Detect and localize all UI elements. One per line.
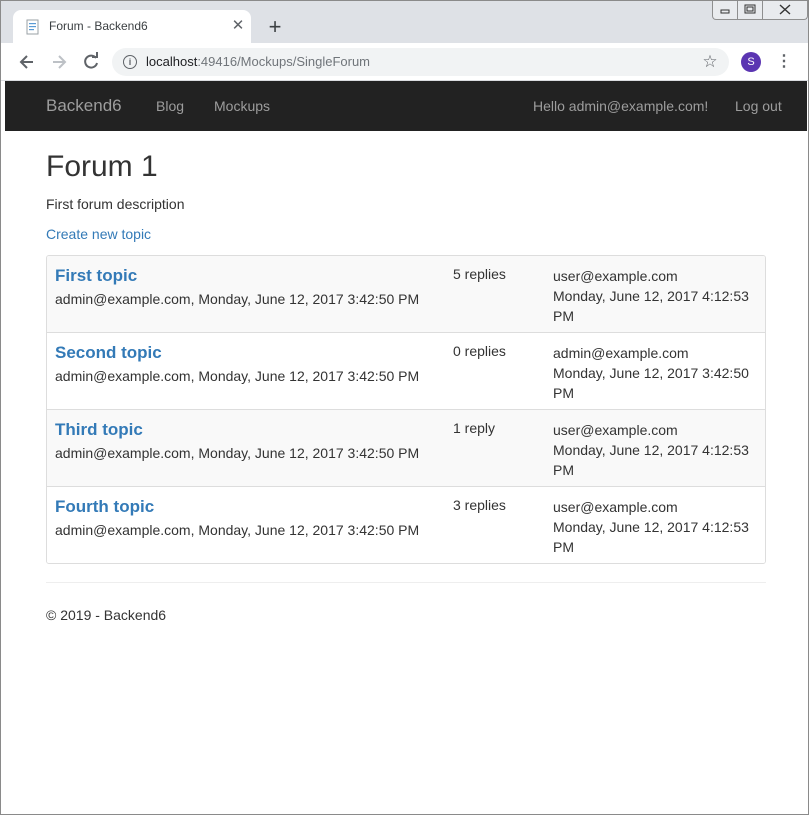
last-post-date: Monday, June 12, 2017 4:12:53 PM [553, 288, 749, 324]
url-path: :49416/Mockups/SingleForum [197, 54, 371, 69]
browser-toolbar: i localhost:49416/Mockups/SingleForum ☆ … [1, 43, 808, 81]
topic-meta: admin@example.com, Monday, June 12, 2017… [55, 291, 420, 307]
kebab-menu-icon[interactable]: ⋮ [774, 50, 794, 74]
topic-title-link[interactable]: Second topic [55, 343, 162, 363]
table-row: Third topic admin@example.com, Monday, J… [47, 409, 765, 486]
back-button[interactable] [15, 50, 39, 74]
address-bar[interactable]: i localhost:49416/Mockups/SingleForum ☆ [112, 48, 729, 76]
tab-close-icon[interactable]: ✕ [228, 16, 248, 36]
topic-title-link[interactable]: Fourth topic [55, 497, 154, 517]
table-row: First topic admin@example.com, Monday, J… [47, 256, 765, 332]
footer-divider [46, 582, 766, 583]
forward-button[interactable] [47, 50, 71, 74]
reload-button[interactable] [79, 50, 103, 74]
last-post: user@example.com Monday, June 12, 2017 4… [553, 420, 763, 480]
table-row: Second topic admin@example.com, Monday, … [47, 332, 765, 409]
window-minimize-button[interactable] [712, 1, 738, 20]
topic-title-link[interactable]: Third topic [55, 420, 143, 440]
web-page: Backend6 Blog Mockups Hello admin@exampl… [5, 81, 807, 812]
topic-table: First topic admin@example.com, Monday, J… [46, 255, 766, 564]
browser-window: Forum - Backend6 ✕ + i localhost:49416/M… [0, 0, 809, 815]
table-row: Fourth topic admin@example.com, Monday, … [47, 486, 765, 563]
footer-text: © 2019 - Backend6 [46, 607, 167, 623]
greeting-link[interactable]: Hello admin@example.com! [533, 98, 708, 114]
back-arrow-icon [19, 55, 33, 69]
window-restore-button[interactable] [737, 1, 763, 20]
last-post-user: user@example.com [553, 268, 678, 284]
page-title: Forum 1 [46, 150, 158, 183]
reply-count: 0 replies [453, 343, 506, 359]
topic-title-link[interactable]: First topic [55, 266, 137, 286]
forum-description: First forum description [46, 196, 185, 212]
last-post: user@example.com Monday, June 12, 2017 4… [553, 266, 763, 326]
site-navbar: Backend6 Blog Mockups Hello admin@exampl… [5, 81, 807, 131]
tab-title: Forum - Backend6 [49, 19, 148, 33]
nav-link-mockups[interactable]: Mockups [214, 98, 270, 114]
restore-icon [744, 4, 756, 14]
window-close-button[interactable] [762, 1, 808, 20]
last-post-date: Monday, June 12, 2017 4:12:53 PM [553, 442, 749, 478]
last-post-user: admin@example.com [553, 345, 689, 361]
close-icon [779, 4, 791, 15]
topic-meta: admin@example.com, Monday, June 12, 2017… [55, 445, 420, 461]
reply-count: 5 replies [453, 266, 506, 282]
last-post-date: Monday, June 12, 2017 3:42:50 PM [553, 365, 749, 401]
forward-arrow-icon [53, 55, 67, 69]
browser-tab[interactable]: Forum - Backend6 ✕ [13, 10, 251, 43]
last-post: user@example.com Monday, June 12, 2017 4… [553, 497, 763, 557]
reply-count: 1 reply [453, 420, 496, 436]
tab-strip: Forum - Backend6 ✕ + [1, 1, 808, 43]
last-post: admin@example.com Monday, June 12, 2017 … [553, 343, 763, 403]
nav-link-blog[interactable]: Blog [156, 98, 184, 114]
last-post-user: user@example.com [553, 499, 678, 515]
create-topic-link[interactable]: Create new topic [46, 226, 151, 242]
url-host: localhost [146, 54, 198, 69]
logout-link[interactable]: Log out [735, 98, 782, 114]
info-icon[interactable]: i [123, 55, 137, 69]
last-post-date: Monday, June 12, 2017 4:12:53 PM [553, 519, 749, 555]
star-icon[interactable]: ☆ [699, 51, 721, 73]
brand-link[interactable]: Backend6 [46, 96, 122, 116]
url-text[interactable]: localhost:49416/Mockups/SingleForum [146, 54, 370, 69]
minimize-icon [720, 9, 730, 14]
topic-meta: admin@example.com, Monday, June 12, 2017… [55, 522, 420, 538]
last-post-user: user@example.com [553, 422, 678, 438]
profile-avatar[interactable]: S [741, 52, 761, 72]
reply-count: 3 replies [453, 497, 506, 513]
page-favicon-icon [26, 19, 39, 35]
reload-icon [84, 52, 98, 69]
topic-meta: admin@example.com, Monday, June 12, 2017… [55, 368, 420, 384]
new-tab-button[interactable]: + [263, 15, 287, 39]
